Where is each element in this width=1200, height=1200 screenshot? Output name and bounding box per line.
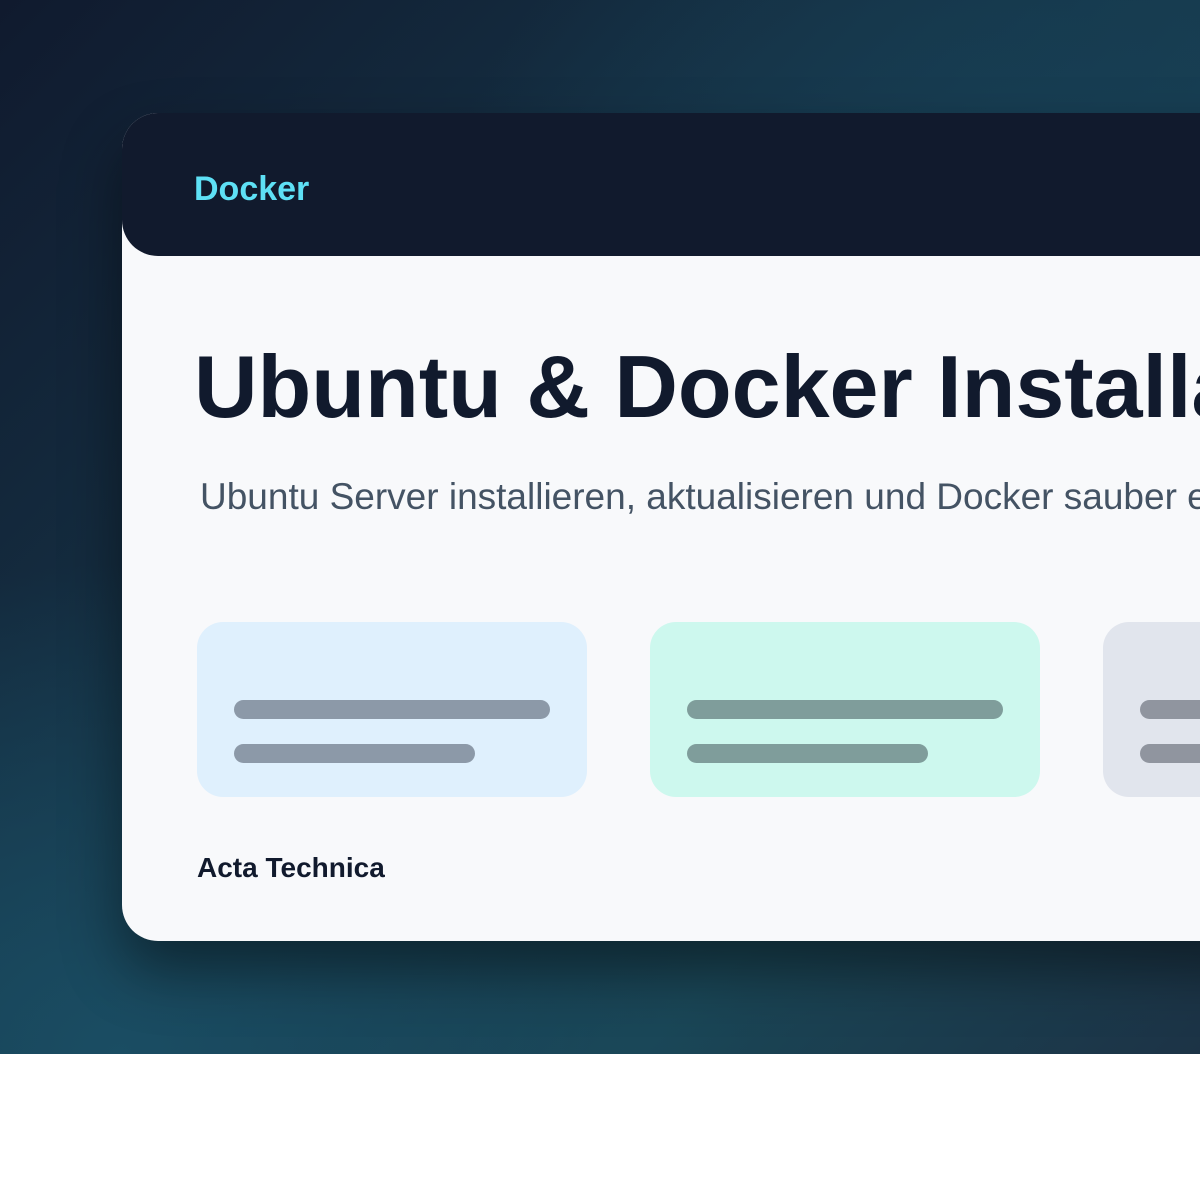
placeholder-line	[1140, 744, 1200, 763]
brand-label: Docker	[194, 170, 310, 208]
placeholder-line	[687, 700, 1003, 719]
placeholder-line	[234, 700, 550, 719]
page-title: Ubuntu & Docker Installation	[194, 337, 1200, 436]
placeholder-line	[687, 744, 928, 763]
page-subtitle: Ubuntu Server installieren, aktualisiere…	[200, 476, 1200, 517]
preview-card: Docker Ubuntu & Docker Installation Ubun…	[122, 113, 1200, 941]
footer-label: Acta Technica	[197, 852, 385, 883]
placeholder-line	[1140, 700, 1200, 719]
placeholder-line	[234, 744, 475, 763]
placeholder-tile-3	[1103, 622, 1200, 797]
placeholder-tile-2	[650, 622, 1040, 797]
background-stage: Docker Ubuntu & Docker Installation Ubun…	[0, 0, 1200, 1054]
placeholder-tile-1	[197, 622, 587, 797]
card-header: Docker	[122, 113, 1200, 256]
